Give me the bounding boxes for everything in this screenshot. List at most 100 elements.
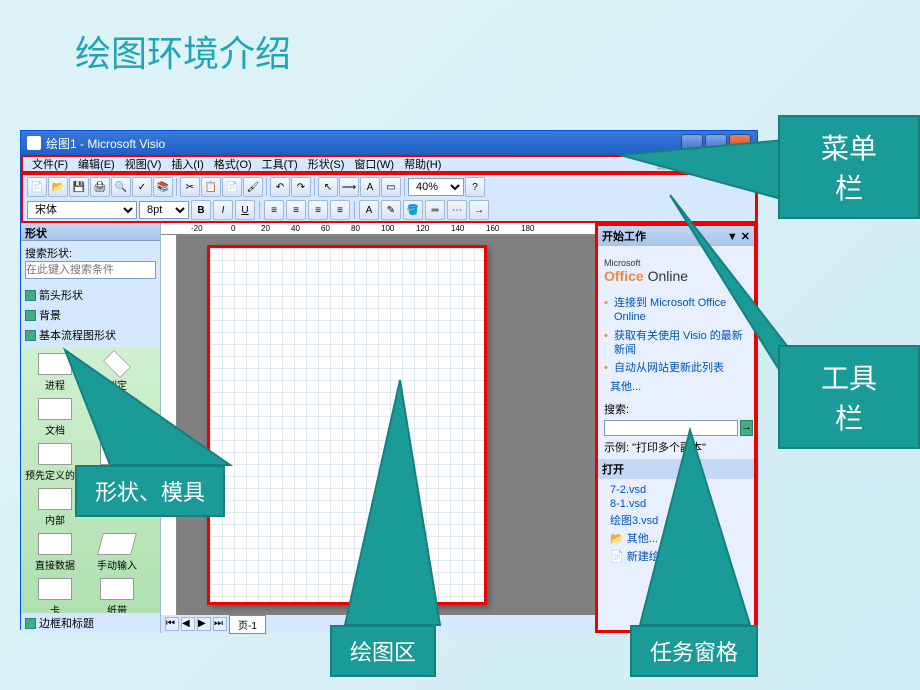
font-color-button[interactable]: A <box>359 200 379 220</box>
zoom-select[interactable]: 40% <box>408 178 464 196</box>
undo-button[interactable]: ↶ <box>270 177 290 197</box>
shape-tape[interactable]: 纸带 <box>87 576 147 613</box>
line-pattern-button[interactable]: ⋯ <box>447 200 467 220</box>
font-name-select[interactable]: 宋体 <box>27 201 137 219</box>
line-color-button[interactable]: ✎ <box>381 200 401 220</box>
open-section: 打开 <box>598 459 754 479</box>
rectangle-tool[interactable]: ▭ <box>381 177 401 197</box>
canvas-area: -20020406080100120140160180 ⏮ ◀ ▶ ⏭ 页-1 <box>161 223 595 633</box>
text-tool[interactable]: A <box>360 177 380 197</box>
connector-tool[interactable]: ⟶ <box>339 177 359 197</box>
save-button[interactable]: 💾 <box>69 177 89 197</box>
main-area: 形状 搜索形状: 箭头形状 背景 基本流程图形状 进程 判定 文档 数据 预先定… <box>21 223 757 633</box>
stencil-borders[interactable]: 边框和标题 <box>21 613 160 633</box>
minimize-button[interactable] <box>681 134 703 152</box>
help-button[interactable]: ? <box>465 177 485 197</box>
menu-window[interactable]: 窗口(W) <box>351 156 397 172</box>
menubar: 文件(F) 编辑(E) 视图(V) 插入(I) 格式(O) 工具(T) 形状(S… <box>21 155 757 173</box>
page-prev-button[interactable]: ◀ <box>181 617 195 631</box>
line-weight-button[interactable]: ═ <box>425 200 445 220</box>
ruler-vertical <box>161 235 177 615</box>
menu-tools[interactable]: 工具(T) <box>259 156 301 172</box>
menu-view[interactable]: 视图(V) <box>122 156 165 172</box>
bold-button[interactable]: B <box>191 200 211 220</box>
page-next-button[interactable]: ▶ <box>197 617 211 631</box>
callout-taskpane: 任务窗格 <box>630 625 758 677</box>
align-center-button[interactable]: ≡ <box>286 200 306 220</box>
font-size-select[interactable]: 8pt <box>139 201 189 219</box>
shape-card[interactable]: 卡 <box>25 576 85 613</box>
link-more[interactable]: 其他... <box>604 377 748 395</box>
titlebar: 绘图1 - Microsoft Visio <box>21 131 757 155</box>
align-justify-button[interactable]: ≡ <box>330 200 350 220</box>
drawing-page[interactable] <box>207 245 487 605</box>
italic-button[interactable]: I <box>213 200 233 220</box>
line-ends-button[interactable]: → <box>469 200 489 220</box>
stencil-backgrounds[interactable]: 背景 <box>21 305 160 325</box>
shapes-panel-title: 形状 <box>21 223 160 241</box>
menu-format[interactable]: 格式(O) <box>211 156 255 172</box>
task-search-label: 搜索: <box>604 401 748 417</box>
preview-button[interactable]: 🔍 <box>111 177 131 197</box>
shape-direct-data[interactable]: 直接数据 <box>25 531 85 574</box>
cut-button[interactable]: ✂ <box>180 177 200 197</box>
stencil-flowchart[interactable]: 基本流程图形状 <box>21 325 160 345</box>
callout-shapes: 形状、模具 <box>75 465 225 517</box>
formatting-toolbar: 宋体 8pt B I U ≡ ≡ ≡ ≡ A ✎ 🪣 ═ ⋯ → <box>23 199 755 221</box>
spell-button[interactable]: ✓ <box>132 177 152 197</box>
help-search[interactable]: 键入需要帮助的问题 <box>452 157 749 172</box>
menu-insert[interactable]: 插入(I) <box>168 156 206 172</box>
format-painter-button[interactable]: 🖌 <box>243 177 263 197</box>
paste-button[interactable]: 📄 <box>222 177 242 197</box>
online-links: 连接到 Microsoft Office Online 获取有关使用 Visio… <box>604 294 748 377</box>
link-news[interactable]: 获取有关使用 Visio 的最新新闻 <box>604 327 748 360</box>
example-row: 示例: "打印多个副本" <box>604 439 748 455</box>
new-button[interactable]: 📄 <box>27 177 47 197</box>
page-first-button[interactable]: ⏮ <box>165 617 179 631</box>
menu-shape[interactable]: 形状(S) <box>305 156 348 172</box>
stencil-list: 箭头形状 背景 基本流程图形状 <box>21 283 160 347</box>
recent-file-1[interactable]: 7-2.vsd <box>604 483 748 497</box>
shape-decision[interactable]: 判定 <box>87 351 147 394</box>
menu-help[interactable]: 帮助(H) <box>401 156 444 172</box>
copy-button[interactable]: 📋 <box>201 177 221 197</box>
open-more[interactable]: 📂 其他... <box>604 529 748 547</box>
align-right-button[interactable]: ≡ <box>308 200 328 220</box>
recent-file-3[interactable]: 绘图3.vsd <box>604 511 748 529</box>
pointer-tool[interactable]: ↖ <box>318 177 338 197</box>
shape-document[interactable]: 文档 <box>25 396 85 439</box>
link-connect[interactable]: 连接到 Microsoft Office Online <box>604 294 748 327</box>
page-tab[interactable]: 页-1 <box>229 615 266 634</box>
office-online-logo: Microsoft Office Office OnlineOnline <box>604 258 748 284</box>
menu-edit[interactable]: 编辑(E) <box>75 156 118 172</box>
menu-file[interactable]: 文件(F) <box>29 156 71 172</box>
shape-process[interactable]: 进程 <box>25 351 85 394</box>
open-button[interactable]: 📂 <box>48 177 68 197</box>
underline-button[interactable]: U <box>235 200 255 220</box>
redo-button[interactable]: ↷ <box>291 177 311 197</box>
new-drawing-link[interactable]: 📄 新建绘图... <box>604 547 748 565</box>
close-button[interactable] <box>729 134 751 152</box>
fill-color-button[interactable]: 🪣 <box>403 200 423 220</box>
search-label: 搜索形状: <box>25 245 156 261</box>
page-last-button[interactable]: ⏭ <box>213 617 227 631</box>
task-search-input[interactable] <box>604 420 738 436</box>
align-left-button[interactable]: ≡ <box>264 200 284 220</box>
link-update[interactable]: 自动从网站更新此列表 <box>604 359 748 377</box>
standard-toolbar: 📄 📂 💾 🖨 🔍 ✓ 📚 ✂ 📋 📄 🖌 ↶ ↷ ↖ ⟶ A ▭ 40% ? <box>23 175 755 199</box>
task-pane-title: 开始工作 ▼ ✕ <box>598 226 754 246</box>
callout-canvas: 绘图区 <box>330 625 436 677</box>
shapes-panel: 形状 搜索形状: 箭头形状 背景 基本流程图形状 进程 判定 文档 数据 预先定… <box>21 223 161 633</box>
recent-file-2[interactable]: 8-1.vsd <box>604 497 748 511</box>
visio-window: 绘图1 - Microsoft Visio 文件(F) 编辑(E) 视图(V) … <box>20 130 758 630</box>
shape-data[interactable]: 数据 <box>87 396 147 439</box>
research-button[interactable]: 📚 <box>153 177 173 197</box>
print-button[interactable]: 🖨 <box>90 177 110 197</box>
shape-manual-input[interactable]: 手动输入 <box>87 531 147 574</box>
maximize-button[interactable] <box>705 134 727 152</box>
drawing-viewport[interactable] <box>177 235 595 615</box>
callout-menubar: 菜单栏 <box>778 115 920 219</box>
shape-search-input[interactable] <box>25 261 156 279</box>
stencil-arrows[interactable]: 箭头形状 <box>21 285 160 305</box>
task-search-go[interactable]: → <box>740 420 753 436</box>
